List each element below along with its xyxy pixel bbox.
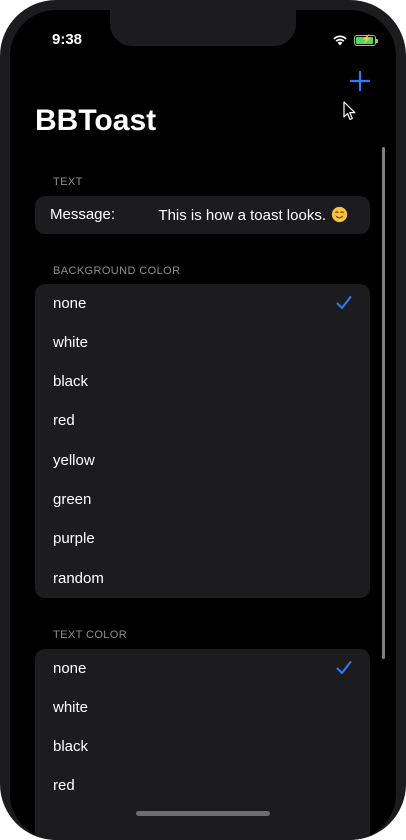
status-time: 9:38: [52, 31, 83, 48]
wifi-icon: [333, 35, 347, 46]
smiling-face-icon: [331, 206, 348, 223]
message-input[interactable]: This is how a toast looks.: [158, 206, 348, 224]
option-label: black: [53, 373, 89, 390]
bg-option-none[interactable]: none: [35, 284, 370, 323]
mouse-cursor-icon: [343, 101, 356, 121]
battery-icon: ⚡: [354, 33, 378, 46]
text-option-none[interactable]: none: [35, 649, 370, 688]
home-indicator[interactable]: [136, 811, 270, 816]
bg-option-white[interactable]: white: [35, 323, 370, 362]
text-option-red[interactable]: red: [35, 766, 370, 805]
option-label: yellow: [53, 452, 95, 469]
bg-option-random[interactable]: random: [35, 559, 370, 598]
device-frame: 9:38 ⚡ BBToast TEXT Message: This is how…: [0, 0, 406, 840]
bg-option-purple[interactable]: purple: [35, 519, 370, 558]
section-header-text: TEXT: [53, 176, 83, 188]
bg-option-green[interactable]: green: [35, 480, 370, 519]
notch: [110, 10, 296, 46]
message-value: This is how a toast looks.: [158, 207, 326, 224]
option-label: white: [53, 334, 89, 351]
option-label: green: [53, 491, 92, 508]
message-label: Message:: [50, 206, 116, 223]
status-icons: ⚡: [332, 32, 378, 48]
page-title: BBToast: [35, 104, 157, 137]
section-header-text-color: TEXT COLOR: [53, 629, 128, 641]
bg-option-red[interactable]: red: [35, 401, 370, 440]
option-label: random: [53, 570, 104, 587]
background-color-group: none white black red yellow green purple…: [35, 284, 370, 598]
add-button[interactable]: [347, 68, 373, 94]
option-label: white: [53, 699, 89, 716]
text-option-white[interactable]: white: [35, 688, 370, 727]
option-label: black: [53, 738, 89, 755]
text-option-black[interactable]: black: [35, 727, 370, 766]
option-label: red: [53, 412, 75, 429]
plus-icon: [349, 70, 371, 92]
option-label: none: [53, 295, 87, 312]
bg-option-black[interactable]: black: [35, 362, 370, 401]
checkmark-icon: [336, 661, 352, 674]
charging-bolt-icon: ⚡: [361, 33, 373, 44]
option-label: purple: [53, 530, 95, 547]
option-label: none: [53, 660, 87, 677]
option-label: red: [53, 777, 75, 794]
scrollbar[interactable]: [382, 147, 385, 659]
app-screen: 9:38 ⚡ BBToast TEXT Message: This is how…: [10, 10, 396, 840]
checkmark-icon: [336, 296, 352, 309]
text-group: Message: This is how a toast looks.: [35, 196, 370, 234]
section-header-background-color: BACKGROUND COLOR: [53, 265, 181, 277]
battery-cap: [376, 38, 378, 43]
bg-option-yellow[interactable]: yellow: [35, 441, 370, 480]
message-row: Message: This is how a toast looks.: [35, 196, 370, 234]
